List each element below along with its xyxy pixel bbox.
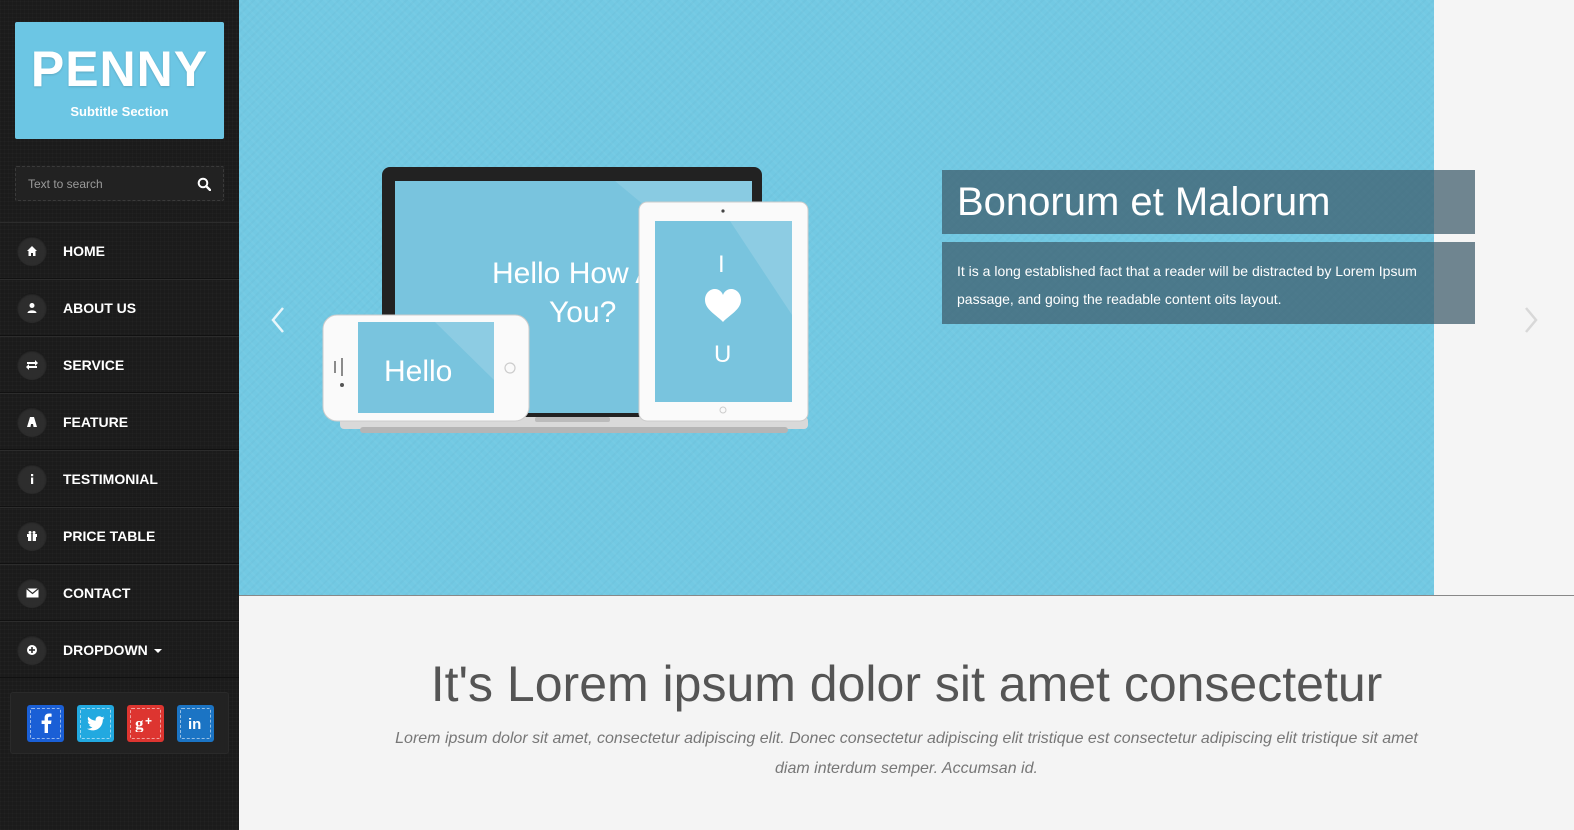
- search-icon[interactable]: [197, 177, 211, 191]
- intro-section: It's Lorem ipsum dolor sit amet consecte…: [239, 595, 1574, 830]
- main-nav: HOME ABOUT US SERVICE FEATURE TESTIMONIA…: [0, 222, 239, 678]
- phone-text: Hello: [384, 355, 452, 388]
- nav-item-dropdown[interactable]: DROPDOWN: [0, 621, 239, 678]
- sidebar: PENNY Subtitle Section HOME ABOUT US SER…: [0, 0, 239, 830]
- intro-text: Lorem ipsum dolor sit amet, consectetur …: [395, 730, 1418, 777]
- google-plus-icon[interactable]: g +: [127, 704, 164, 742]
- search-box: [15, 166, 224, 201]
- brand-logo[interactable]: PENNY Subtitle Section: [15, 22, 224, 139]
- gift-icon: [17, 520, 47, 551]
- nav-item-about-us[interactable]: ABOUT US: [0, 279, 239, 336]
- plus-circle-icon: [17, 634, 47, 665]
- nav-label: FEATURE: [63, 413, 129, 430]
- chevron-left-icon[interactable]: [267, 300, 287, 340]
- nav-label: PRICE TABLE: [63, 527, 156, 544]
- brand-subtitle: Subtitle Section: [70, 104, 169, 119]
- nav-label: TESTIMONIAL: [63, 470, 158, 487]
- slide-caption-text: It is a long established fact that a rea…: [942, 242, 1475, 324]
- user-icon: [17, 292, 47, 323]
- social-links: g + in: [10, 692, 229, 754]
- nav-label: HOME: [63, 242, 105, 259]
- twitter-icon[interactable]: [77, 704, 114, 742]
- tablet-text-line-3: U: [714, 341, 731, 368]
- nav-item-price-table[interactable]: PRICE TABLE: [0, 507, 239, 564]
- brand-title: PENNY: [30, 41, 209, 97]
- nav-item-service[interactable]: SERVICE: [0, 336, 239, 393]
- chevron-right-icon[interactable]: [1522, 300, 1542, 340]
- road-icon: [17, 406, 47, 437]
- envelope-icon: [17, 577, 47, 608]
- nav-item-home[interactable]: HOME: [0, 222, 239, 279]
- slide-caption-title: Bonorum et Malorum: [942, 170, 1475, 234]
- laptop-text-line-1: Hello How A: [492, 257, 655, 290]
- nav-label: DROPDOWN: [63, 642, 162, 658]
- nav-label: CONTACT: [63, 584, 131, 601]
- nav-item-feature[interactable]: FEATURE: [0, 393, 239, 450]
- svg-text:in: in: [188, 716, 201, 731]
- home-icon: [17, 235, 47, 266]
- laptop-text-line-2: You?: [549, 296, 616, 329]
- nav-label-text: DROPDOWN: [63, 641, 148, 658]
- linkedin-icon[interactable]: in: [177, 704, 214, 742]
- svg-text:+: +: [145, 714, 152, 728]
- nav-label: SERVICE: [63, 356, 125, 373]
- devices-illustration: Hello How A You? Hello I U: [322, 167, 809, 433]
- facebook-icon[interactable]: [27, 704, 64, 742]
- nav-label: ABOUT US: [63, 299, 137, 316]
- svg-text:g: g: [135, 714, 144, 732]
- intro-heading: It's Lorem ipsum dolor sit amet consecte…: [430, 656, 1383, 712]
- tablet-text-line-1: I: [718, 251, 725, 278]
- info-icon: [17, 463, 47, 494]
- caret-down-icon: [153, 648, 162, 653]
- nav-item-contact[interactable]: CONTACT: [0, 564, 239, 621]
- retweet-icon: [17, 349, 47, 380]
- nav-item-testimonial[interactable]: TESTIMONIAL: [0, 450, 239, 507]
- search-input[interactable]: [16, 167, 191, 200]
